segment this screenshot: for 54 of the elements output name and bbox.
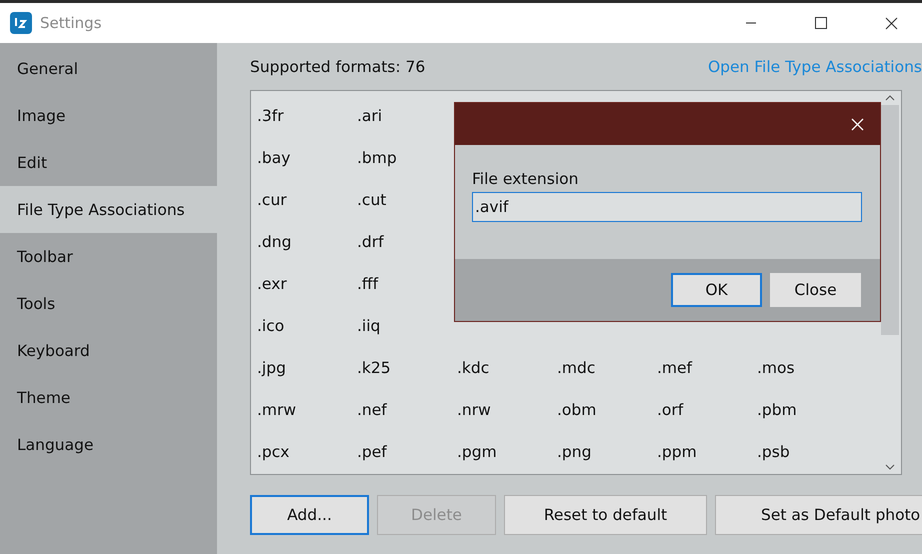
- format-item[interactable]: .cur: [257, 191, 357, 209]
- format-item[interactable]: .nef: [357, 401, 457, 419]
- format-item[interactable]: .dng: [257, 233, 357, 251]
- format-item[interactable]: .ari: [357, 107, 457, 125]
- format-item[interactable]: .iiq: [357, 317, 457, 335]
- format-item[interactable]: .mef: [657, 359, 757, 377]
- field-label: File extension: [472, 170, 580, 188]
- sidebar-item[interactable]: Language: [0, 421, 217, 468]
- sidebar-item[interactable]: File Type Associations: [0, 186, 217, 233]
- format-item[interactable]: .pef: [357, 443, 457, 461]
- action-button[interactable]: Set as Default photo: [715, 495, 922, 535]
- format-count: Supported formats: 76: [250, 58, 426, 76]
- action-button[interactable]: Add...: [250, 495, 369, 535]
- format-item[interactable]: .pbm: [757, 401, 857, 419]
- action-button[interactable]: Reset to default: [504, 495, 707, 535]
- window-title: Settings: [40, 14, 103, 32]
- app-logo-icon: [10, 12, 32, 34]
- format-item[interactable]: .ppm: [657, 443, 757, 461]
- format-item[interactable]: .cut: [357, 191, 457, 209]
- sidebar-item[interactable]: Tools: [0, 280, 217, 327]
- maximize-icon[interactable]: [815, 17, 827, 29]
- scroll-up-icon[interactable]: [885, 95, 895, 101]
- format-item[interactable]: .drf: [357, 233, 457, 251]
- sidebar-item[interactable]: Edit: [0, 139, 217, 186]
- format-item[interactable]: .mrw: [257, 401, 357, 419]
- sidebar-item[interactable]: General: [0, 45, 217, 92]
- sidebar-item[interactable]: Keyboard: [0, 327, 217, 374]
- extension-field[interactable]: .avif: [472, 192, 862, 222]
- sidebar-item[interactable]: Image: [0, 92, 217, 139]
- format-item[interactable]: .k25: [357, 359, 457, 377]
- sidebar-item[interactable]: Toolbar: [0, 233, 217, 280]
- format-item[interactable]: .ico: [257, 317, 357, 335]
- format-item[interactable]: .bmp: [357, 149, 457, 167]
- format-item[interactable]: .nrw: [457, 401, 557, 419]
- format-item[interactable]: .3fr: [257, 107, 357, 125]
- format-item[interactable]: .pgm: [457, 443, 557, 461]
- dialog-button[interactable]: OK: [671, 273, 762, 307]
- format-item[interactable]: .kdc: [457, 359, 557, 377]
- close-icon[interactable]: [884, 16, 898, 30]
- dialog-button[interactable]: Close: [770, 273, 861, 307]
- scroll-down-icon[interactable]: [885, 464, 895, 470]
- format-item[interactable]: .psb: [757, 443, 857, 461]
- format-item[interactable]: .jpg: [257, 359, 357, 377]
- format-item[interactable]: .png: [557, 443, 657, 461]
- format-item[interactable]: .orf: [657, 401, 757, 419]
- format-item[interactable]: .obm: [557, 401, 657, 419]
- format-item[interactable]: .pcx: [257, 443, 357, 461]
- format-item[interactable]: .mos: [757, 359, 857, 377]
- format-item[interactable]: .bay: [257, 149, 357, 167]
- format-item[interactable]: .fff: [357, 275, 457, 293]
- sidebar-item[interactable]: Theme: [0, 374, 217, 421]
- format-item[interactable]: .mdc: [557, 359, 657, 377]
- scroll-thumb[interactable]: [881, 105, 899, 335]
- format-item[interactable]: .exr: [257, 275, 357, 293]
